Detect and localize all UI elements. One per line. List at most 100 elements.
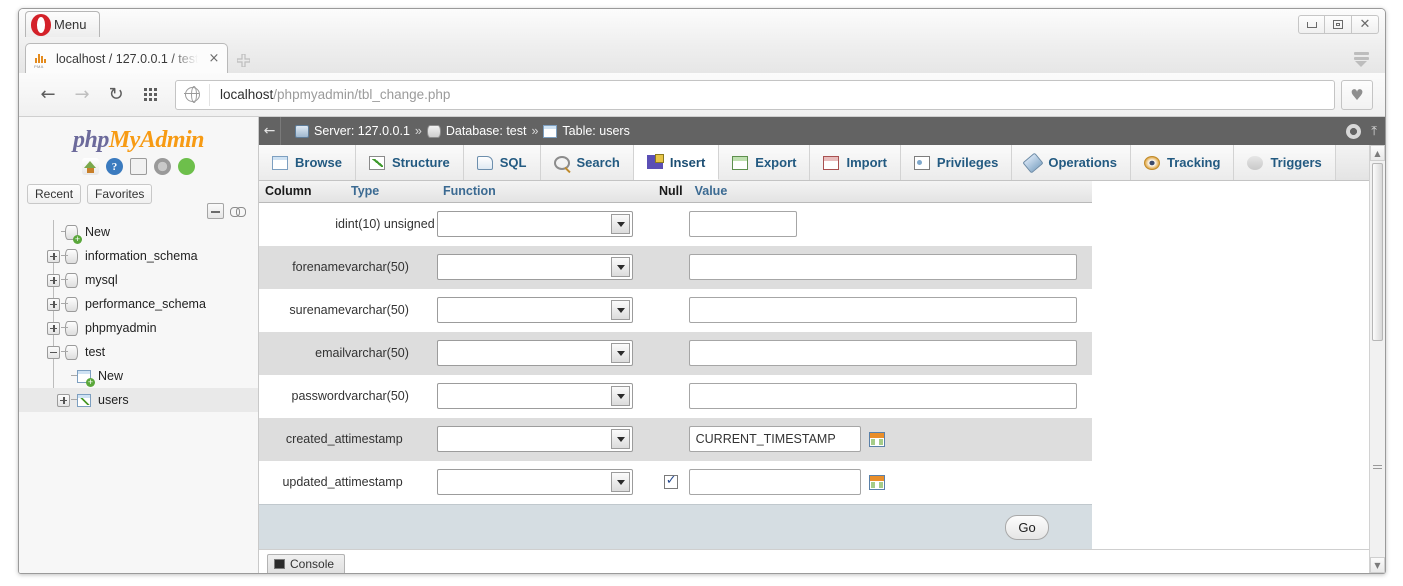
tab-search[interactable]: Search: [541, 145, 634, 180]
value-input-email[interactable]: [689, 340, 1077, 366]
chevron-down-icon[interactable]: [611, 472, 630, 492]
back-button[interactable]: ←: [31, 80, 65, 110]
tab-sql[interactable]: SQL: [464, 145, 541, 180]
recent-button[interactable]: Recent: [27, 184, 81, 204]
null-checkbox-updated_at[interactable]: [664, 475, 678, 489]
go-button[interactable]: Go: [1005, 515, 1049, 540]
chevron-down-icon[interactable]: [611, 429, 630, 449]
function-select-updated_at[interactable]: [437, 469, 633, 495]
calendar-icon-updated_at[interactable]: [869, 475, 885, 490]
function-select-forename[interactable]: [437, 254, 633, 280]
restore-icon: [1333, 20, 1343, 29]
logo-my: My: [109, 127, 140, 153]
breadcrumb-database[interactable]: Database: test: [446, 124, 527, 138]
tab-triggers[interactable]: Triggers: [1234, 145, 1335, 180]
tree-node-performance-schema[interactable]: performance_schema: [19, 292, 258, 316]
tab-tracking[interactable]: Tracking: [1131, 145, 1234, 180]
function-select-created_at[interactable]: [437, 426, 633, 452]
scroll-up-button[interactable]: ▲: [1370, 145, 1385, 161]
window-minimize-button[interactable]: [1298, 15, 1325, 34]
expand-icon[interactable]: [47, 250, 60, 263]
breadcrumb: ← Server: 127.0.0.1 » Database: test » T…: [259, 117, 1385, 145]
browser-tab-localhost[interactable]: PMA localhost / 127.0.0.1 / test ×: [25, 43, 228, 73]
tree-node-users[interactable]: users: [19, 388, 258, 412]
reload-button[interactable]: ↻: [99, 80, 133, 110]
tab-menu-button[interactable]: [1351, 49, 1371, 69]
tab-import[interactable]: Import: [810, 145, 900, 180]
new-tab-button[interactable]: [228, 47, 258, 73]
phpmyadmin-main-panel: ← Server: 127.0.0.1 » Database: test » T…: [259, 117, 1385, 573]
tab-export[interactable]: Export: [719, 145, 810, 180]
reload-icon[interactable]: [178, 158, 195, 175]
expand-icon[interactable]: [57, 394, 70, 407]
collapse-all-icon[interactable]: [207, 203, 224, 219]
collapse-icon[interactable]: [47, 346, 60, 359]
chevron-down-icon[interactable]: [611, 214, 630, 234]
insert-row-id: idint(10) unsigned: [259, 203, 1092, 246]
forward-button[interactable]: →: [65, 80, 99, 110]
settings-icon[interactable]: [154, 158, 171, 175]
tab-close-icon[interactable]: ×: [198, 52, 219, 65]
breadcrumb-table[interactable]: Table: users: [562, 124, 629, 138]
chevron-down-icon[interactable]: [611, 343, 630, 363]
chevron-down-icon[interactable]: [611, 257, 630, 277]
function-select-email[interactable]: [437, 340, 633, 366]
tree-node-new[interactable]: New: [19, 220, 258, 244]
value-input-updated_at[interactable]: [689, 469, 861, 495]
calendar-icon-created_at[interactable]: [869, 432, 885, 447]
scroll-down-button[interactable]: ▼: [1370, 557, 1385, 573]
tab-privileges[interactable]: Privileges: [901, 145, 1012, 180]
opera-menu-button[interactable]: Menu: [25, 11, 100, 37]
main-panel-scrollbar[interactable]: ▲ ▼: [1369, 145, 1385, 573]
tree-node-new[interactable]: New: [19, 364, 258, 388]
expand-icon[interactable]: [47, 274, 60, 287]
function-select-surename[interactable]: [437, 297, 633, 323]
chevron-down-icon[interactable]: [611, 386, 630, 406]
value-input-surename[interactable]: [689, 297, 1077, 323]
bookmark-button[interactable]: ♥: [1341, 80, 1373, 110]
plus-icon: [237, 54, 250, 67]
collapse-navigation-icon[interactable]: ⤒: [1371, 124, 1377, 139]
breadcrumb-server[interactable]: Server: 127.0.0.1: [314, 124, 410, 138]
tree-node-label: phpmyadmin: [85, 321, 157, 335]
value-input-id[interactable]: [689, 211, 797, 237]
home-icon[interactable]: [82, 158, 99, 175]
tree-node-test[interactable]: test: [19, 340, 258, 364]
console-toggle[interactable]: Console: [267, 554, 345, 573]
browser-window: Menu ✕ PMA localhost / 127.0.0.1 /: [18, 8, 1386, 574]
tree-node-mysql[interactable]: mysql: [19, 268, 258, 292]
tree-node-information-schema[interactable]: information_schema: [19, 244, 258, 268]
address-bar[interactable]: localhost/phpmyadmin/tbl_change.php: [175, 80, 1335, 110]
tab-insert[interactable]: Insert: [634, 145, 719, 180]
window-restore-button[interactable]: [1325, 15, 1352, 34]
privileges-icon: [914, 156, 930, 170]
phpmyadmin-logo[interactable]: phpMyAdmin: [19, 117, 258, 154]
expand-icon[interactable]: [47, 298, 60, 311]
desktop-background: Menu ✕ PMA localhost / 127.0.0.1 /: [0, 0, 1403, 586]
function-select-password[interactable]: [437, 383, 633, 409]
insert-row-forename: forenamevarchar(50): [259, 246, 1092, 289]
heart-icon: ♥: [1350, 86, 1363, 104]
help-icon[interactable]: ?: [106, 158, 123, 175]
value-input-password[interactable]: [689, 383, 1077, 409]
function-select-id[interactable]: [437, 211, 633, 237]
expand-icon[interactable]: [47, 322, 60, 335]
speed-dial-button[interactable]: [133, 80, 167, 110]
row-value-cell: [689, 203, 1092, 246]
breadcrumb-back-button[interactable]: ←: [259, 117, 281, 145]
link-with-main-panel-icon[interactable]: [230, 207, 246, 216]
tracking-icon: [1144, 156, 1160, 170]
value-input-forename[interactable]: [689, 254, 1077, 280]
tab-operations[interactable]: Operations: [1012, 145, 1131, 180]
tab-label: Tracking: [1167, 155, 1220, 170]
tree-node-phpmyadmin[interactable]: phpmyadmin: [19, 316, 258, 340]
scrollbar-thumb[interactable]: [1372, 163, 1383, 341]
window-close-button[interactable]: ✕: [1352, 15, 1379, 34]
chevron-down-icon[interactable]: [611, 300, 630, 320]
value-input-created_at[interactable]: [689, 426, 861, 452]
tab-structure[interactable]: Structure: [356, 145, 464, 180]
gear-icon[interactable]: [1346, 124, 1361, 139]
tab-browse[interactable]: Browse: [259, 145, 356, 180]
favorites-button[interactable]: Favorites: [87, 184, 152, 204]
docs-icon[interactable]: [130, 158, 147, 175]
